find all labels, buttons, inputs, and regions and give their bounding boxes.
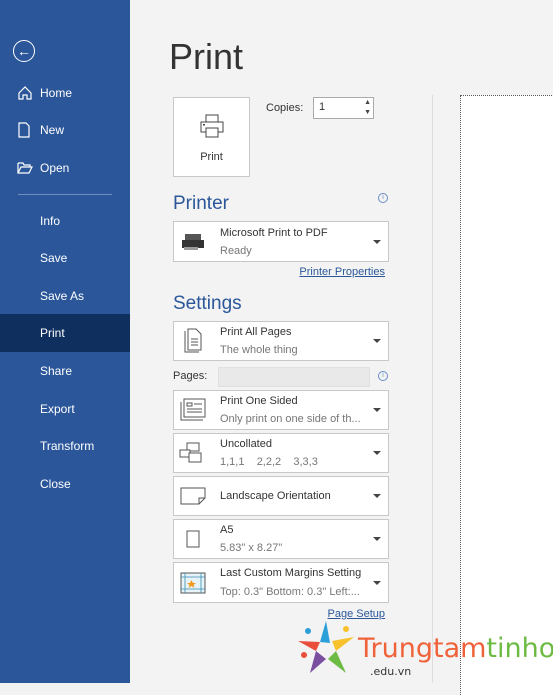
- printer-device-icon: [179, 232, 207, 252]
- copies-stepper[interactable]: 1 ▲ ▼: [313, 97, 374, 119]
- print-range-dropdown[interactable]: Print All Pages The whole thing: [173, 321, 389, 361]
- sidebar-divider: [18, 194, 112, 195]
- setting-subtitle: 5.83" x 8.27": [220, 542, 283, 554]
- setting-subtitle: Only print on one side of th...: [220, 413, 361, 425]
- sidebar-item-transform[interactable]: Transform: [0, 427, 130, 465]
- printer-dropdown[interactable]: Microsoft Print to PDF Ready: [173, 221, 389, 262]
- copies-value: 1: [319, 101, 326, 113]
- sidebar-item-share[interactable]: Share: [0, 352, 130, 390]
- setting-title: Print All Pages: [220, 326, 292, 338]
- setting-title: Last Custom Margins Setting: [220, 567, 362, 579]
- chevron-down-icon: [373, 537, 381, 541]
- landscape-icon: [179, 486, 207, 506]
- printer-heading: Printer: [173, 193, 229, 214]
- sidebar-item-info[interactable]: Info: [0, 202, 130, 240]
- info-icon[interactable]: i: [378, 193, 388, 203]
- info-icon[interactable]: i: [378, 371, 388, 381]
- print-button[interactable]: Print: [173, 97, 250, 177]
- page-title: Print: [169, 36, 244, 77]
- setting-title: Print One Sided: [220, 395, 298, 407]
- new-document-icon: [17, 122, 39, 138]
- panel-divider: [432, 95, 433, 683]
- sides-dropdown[interactable]: Print One Sided Only print on one side o…: [173, 390, 389, 430]
- paper-size-icon: [179, 529, 207, 549]
- printer-icon: [198, 112, 226, 143]
- setting-title: Uncollated: [220, 438, 272, 450]
- setting-subtitle: The whole thing: [220, 344, 298, 356]
- settings-heading: Settings: [173, 293, 242, 314]
- home-icon: [17, 85, 39, 101]
- sidebar-item-export[interactable]: Export: [0, 390, 130, 428]
- custom-margins-icon: [179, 572, 207, 594]
- printer-status: Ready: [220, 245, 252, 257]
- sidebar-item-close[interactable]: Close: [0, 465, 130, 503]
- uncollated-icon: [179, 442, 207, 464]
- folder-open-icon: [17, 161, 39, 175]
- setting-subtitle: Top: 0.3" Bottom: 0.3" Left:...: [220, 586, 360, 598]
- print-preview: [460, 95, 553, 695]
- backstage-sidebar: ← Home New Open Info Save Save As Print …: [0, 0, 130, 683]
- collation-dropdown[interactable]: Uncollated 1,1,1 2,2,2 3,3,3: [173, 433, 389, 473]
- setting-title: Landscape Orientation: [220, 490, 331, 502]
- chevron-down-icon: [373, 239, 381, 244]
- chevron-down-icon: [373, 339, 381, 343]
- sidebar-item-save[interactable]: Save: [0, 239, 130, 277]
- sidebar-item-save-as[interactable]: Save As: [0, 277, 130, 315]
- sidebar-item-print[interactable]: Print: [0, 314, 130, 352]
- copies-label: Copies:: [266, 102, 304, 114]
- chevron-down-icon: [373, 408, 381, 412]
- chevron-down-icon: [373, 580, 381, 585]
- setting-subtitle: 1,1,1 2,2,2 3,3,3: [220, 456, 318, 468]
- svg-text:Trungtamtinhoc: Trungtamtinhoc: [357, 633, 553, 664]
- pages-label: Pages:: [173, 370, 208, 382]
- sidebar-item-new[interactable]: New: [0, 111, 130, 149]
- orientation-dropdown[interactable]: Landscape Orientation: [173, 476, 389, 516]
- setting-title: A5: [220, 524, 234, 536]
- chevron-down-icon: [373, 494, 381, 498]
- margins-dropdown[interactable]: Last Custom Margins Setting Top: 0.3" Bo…: [173, 562, 389, 603]
- pages-icon: [179, 328, 207, 354]
- back-arrow-icon[interactable]: ←: [13, 40, 35, 62]
- print-button-label: Print: [200, 150, 223, 163]
- printer-name: Microsoft Print to PDF: [220, 227, 328, 239]
- pages-input[interactable]: [218, 367, 370, 387]
- spin-arrows-icon[interactable]: ▲ ▼: [364, 98, 371, 118]
- chevron-down-icon: [373, 451, 381, 455]
- sidebar-item-open[interactable]: Open: [0, 149, 130, 187]
- printer-properties-link[interactable]: Printer Properties: [299, 266, 385, 278]
- watermark-logo: Trungtamtinhoc .edu.vn: [296, 615, 553, 683]
- paper-size-dropdown[interactable]: A5 5.83" x 8.27": [173, 519, 389, 559]
- svg-text:.edu.vn: .edu.vn: [370, 665, 411, 678]
- sidebar-item-home[interactable]: Home: [0, 74, 130, 112]
- one-sided-icon: [179, 398, 207, 422]
